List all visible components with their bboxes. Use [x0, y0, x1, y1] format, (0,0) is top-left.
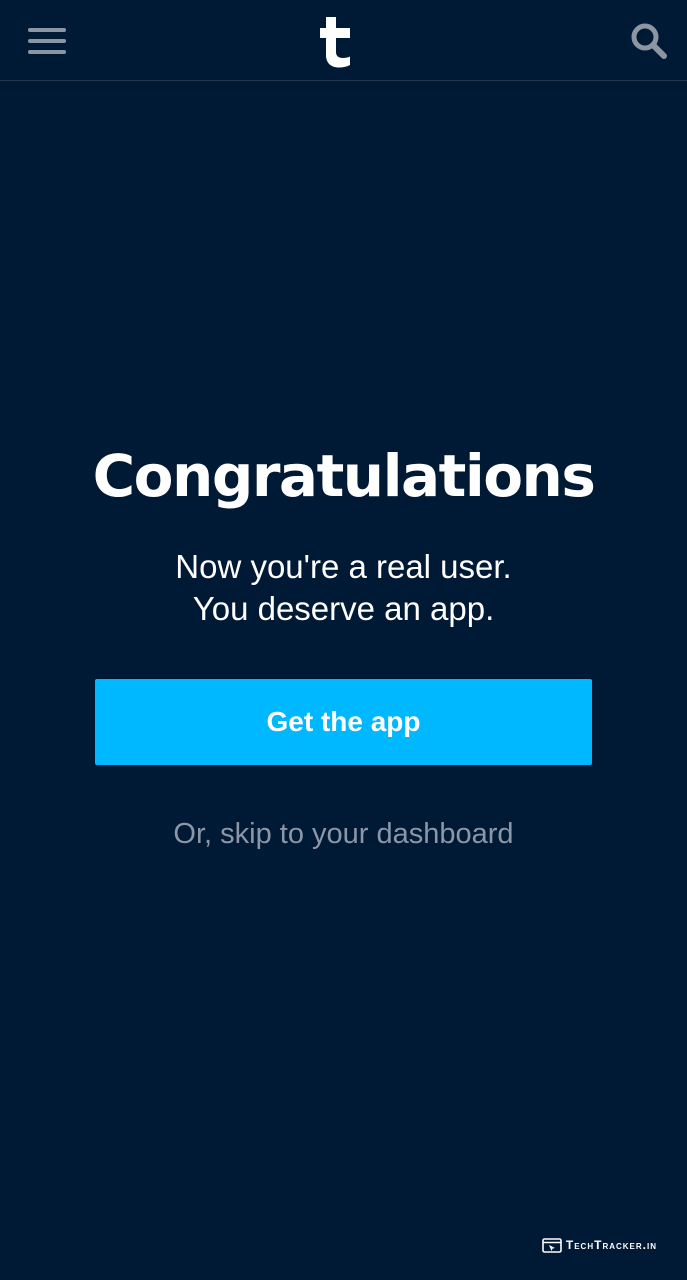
get-the-app-button[interactable]: Get the app [95, 679, 592, 765]
subtext-line-1: Now you're a real user. [175, 548, 512, 585]
tumblr-logo-icon[interactable] [318, 14, 358, 68]
subtext-line-2: You deserve an app. [192, 590, 495, 627]
watermark: TechTracker.in [542, 1236, 657, 1254]
subtext: Now you're a real user. You deserve an a… [0, 546, 687, 630]
browser-window-icon [542, 1237, 562, 1253]
top-navigation-bar [0, 0, 687, 81]
congratulations-heading: Congratulations [92, 442, 596, 510]
hamburger-menu-icon[interactable] [27, 24, 69, 58]
skip-to-dashboard-link[interactable]: Or, skip to your dashboard [0, 814, 687, 854]
search-icon[interactable] [630, 22, 668, 60]
watermark-text: TechTracker.in [565, 1238, 657, 1252]
